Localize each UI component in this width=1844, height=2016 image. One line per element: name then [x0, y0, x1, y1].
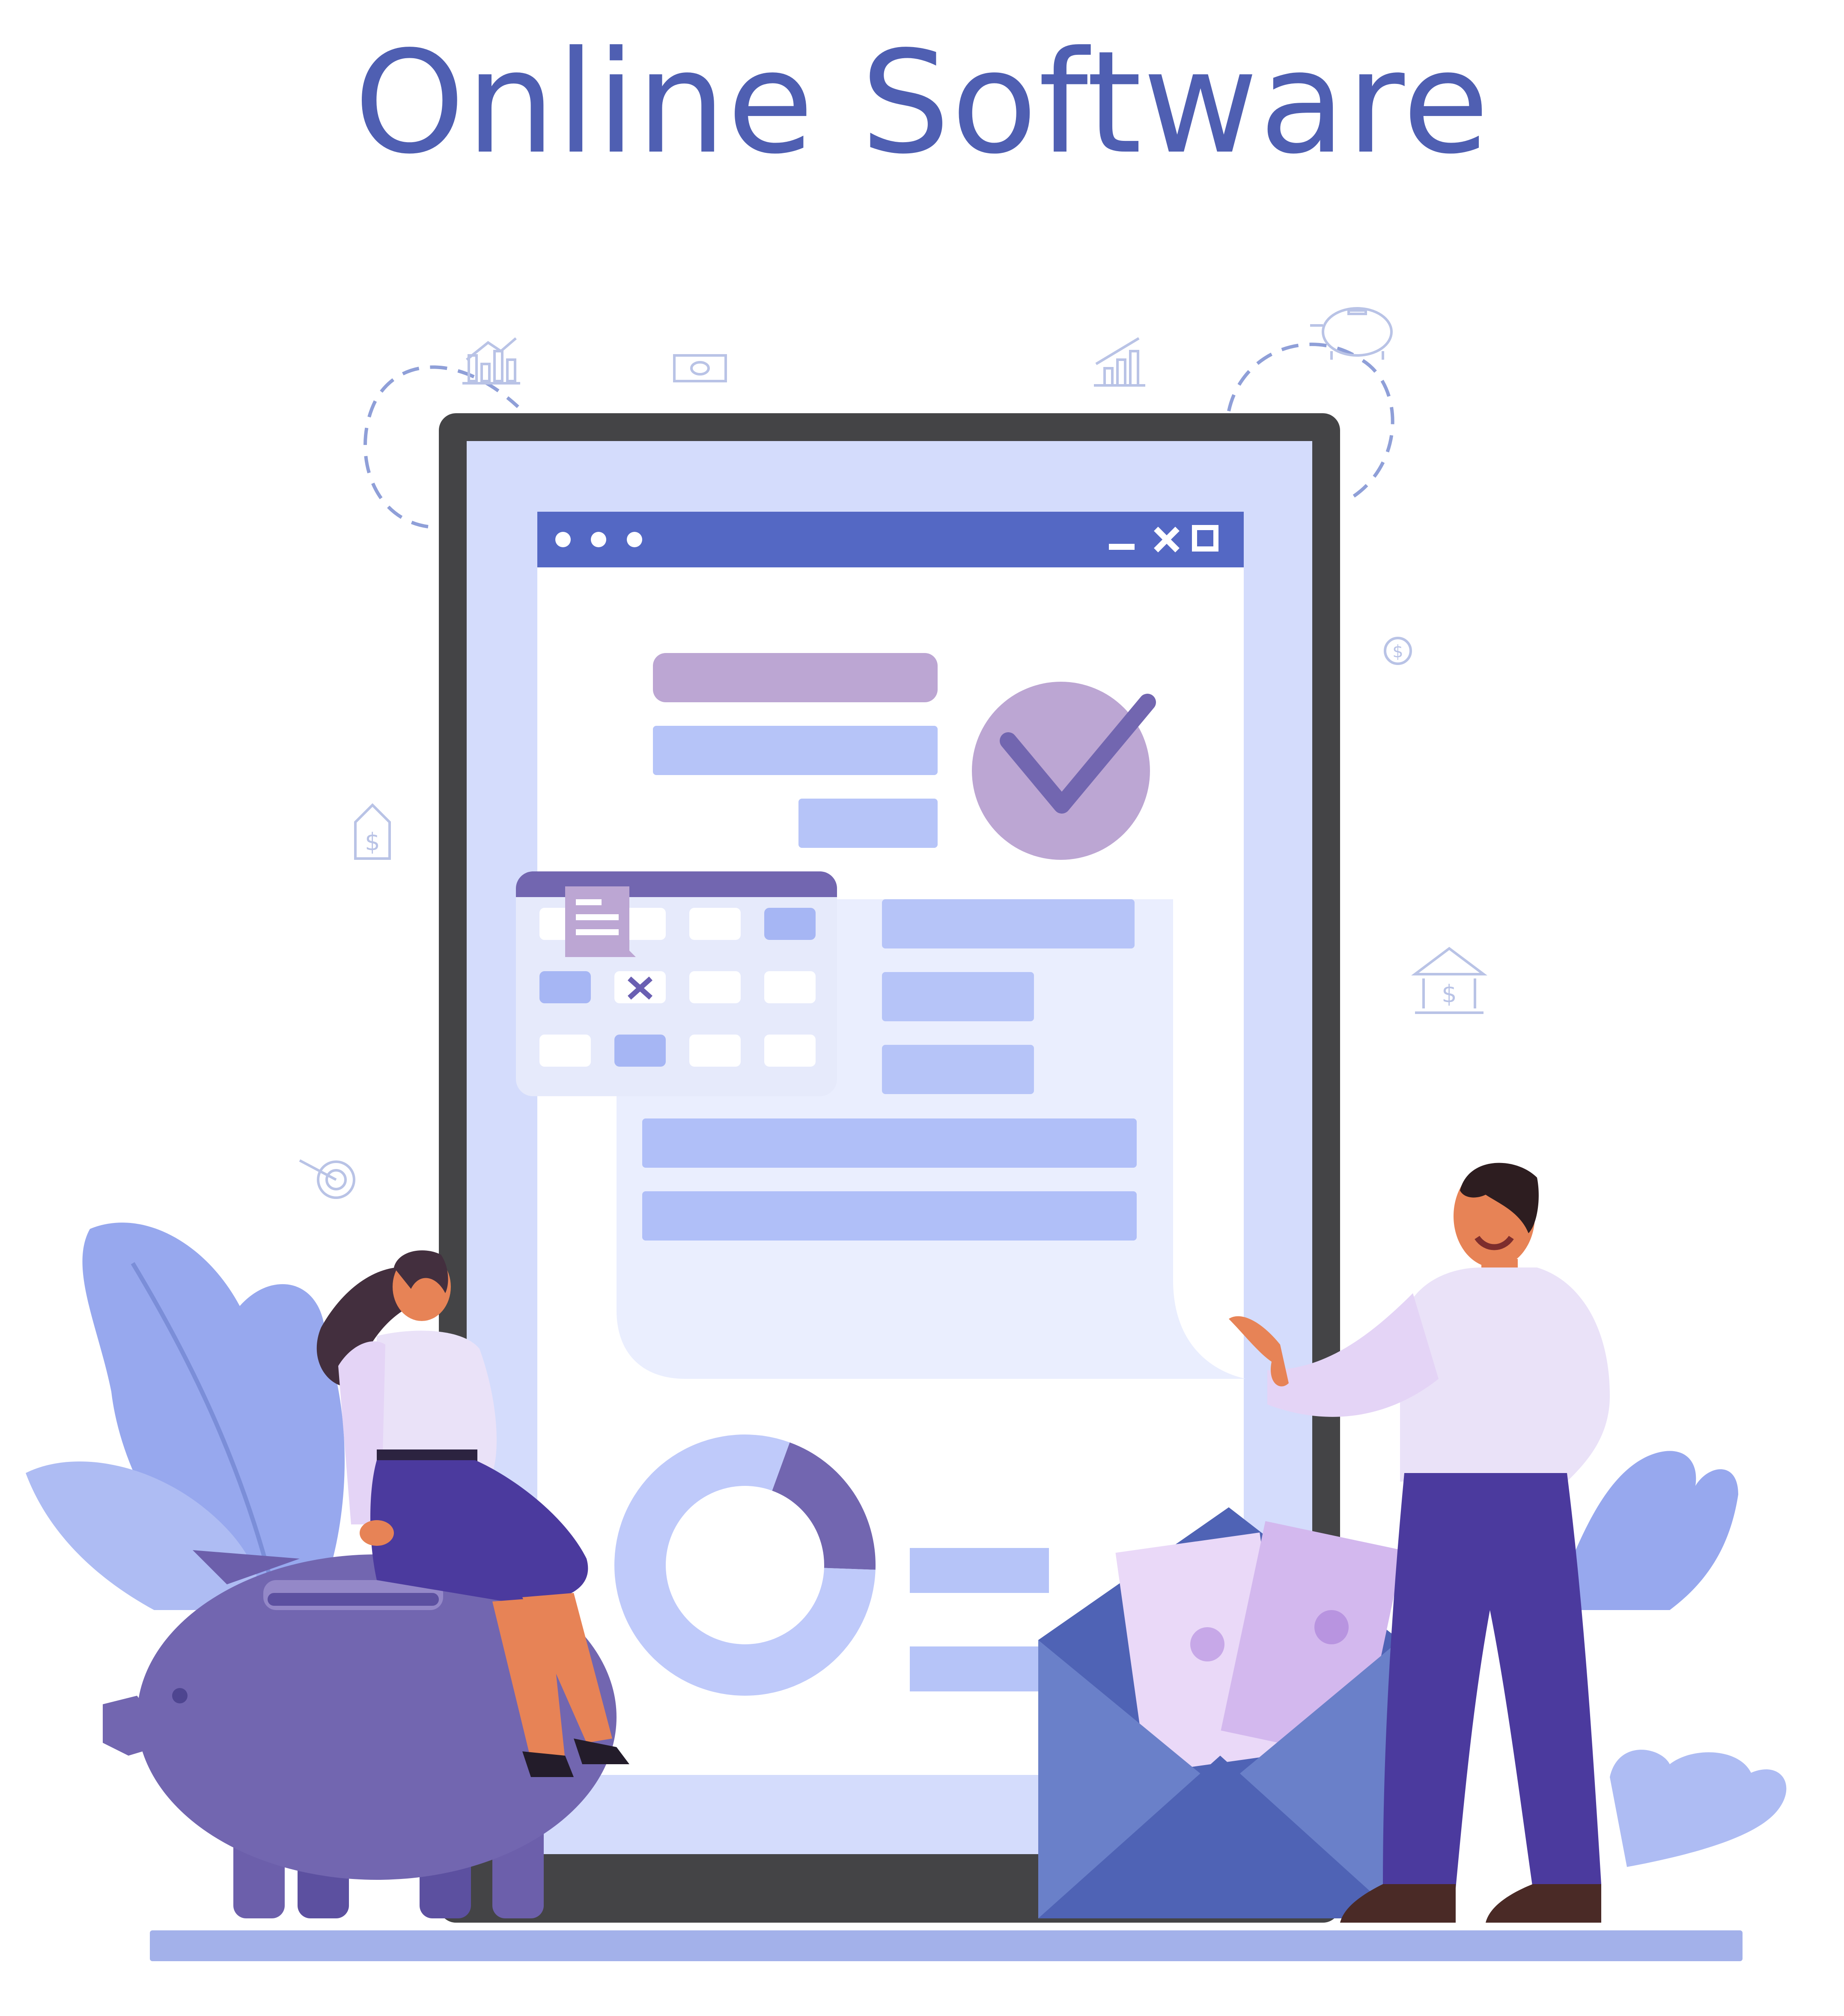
panel-field-wide	[642, 1191, 1137, 1241]
target-icon	[299, 1159, 355, 1199]
minimize-icon[interactable]	[1109, 544, 1135, 550]
chart-legend-bar	[910, 1548, 1049, 1593]
banknote-icon	[673, 354, 727, 382]
bank-icon: $	[1411, 947, 1487, 1014]
panel-field-wide	[642, 1118, 1137, 1168]
calendar-icon	[516, 871, 837, 1096]
form-field	[653, 726, 938, 775]
sticky-note-icon	[565, 886, 636, 957]
growth-chart-icon	[1094, 337, 1145, 387]
window-titlebar	[537, 512, 1244, 567]
leaves-left	[26, 1223, 345, 1610]
panel-field	[882, 899, 1135, 948]
ground-bar	[150, 1930, 1743, 1961]
svg-text:$: $	[365, 828, 380, 856]
illustration-scene: $ $ $	[26, 307, 1787, 1961]
svg-text:$: $	[1392, 642, 1403, 662]
house-dollar-icon: $	[354, 803, 391, 860]
form-button-field	[798, 799, 938, 848]
chart-legend-bar	[910, 1646, 1049, 1691]
window-dot-icon	[591, 532, 606, 547]
form-heading-bar	[653, 653, 938, 702]
svg-text:$: $	[1442, 980, 1457, 1008]
donut-hole	[674, 1494, 816, 1636]
window-dot-icon	[555, 532, 571, 547]
dollar-coin-icon: $	[1384, 637, 1412, 665]
donut-chart-icon	[614, 1434, 876, 1696]
panel-field	[882, 972, 1034, 1021]
window-dot-icon	[627, 532, 642, 547]
checkmark-icon	[972, 682, 1156, 860]
panel-field	[882, 1045, 1034, 1094]
